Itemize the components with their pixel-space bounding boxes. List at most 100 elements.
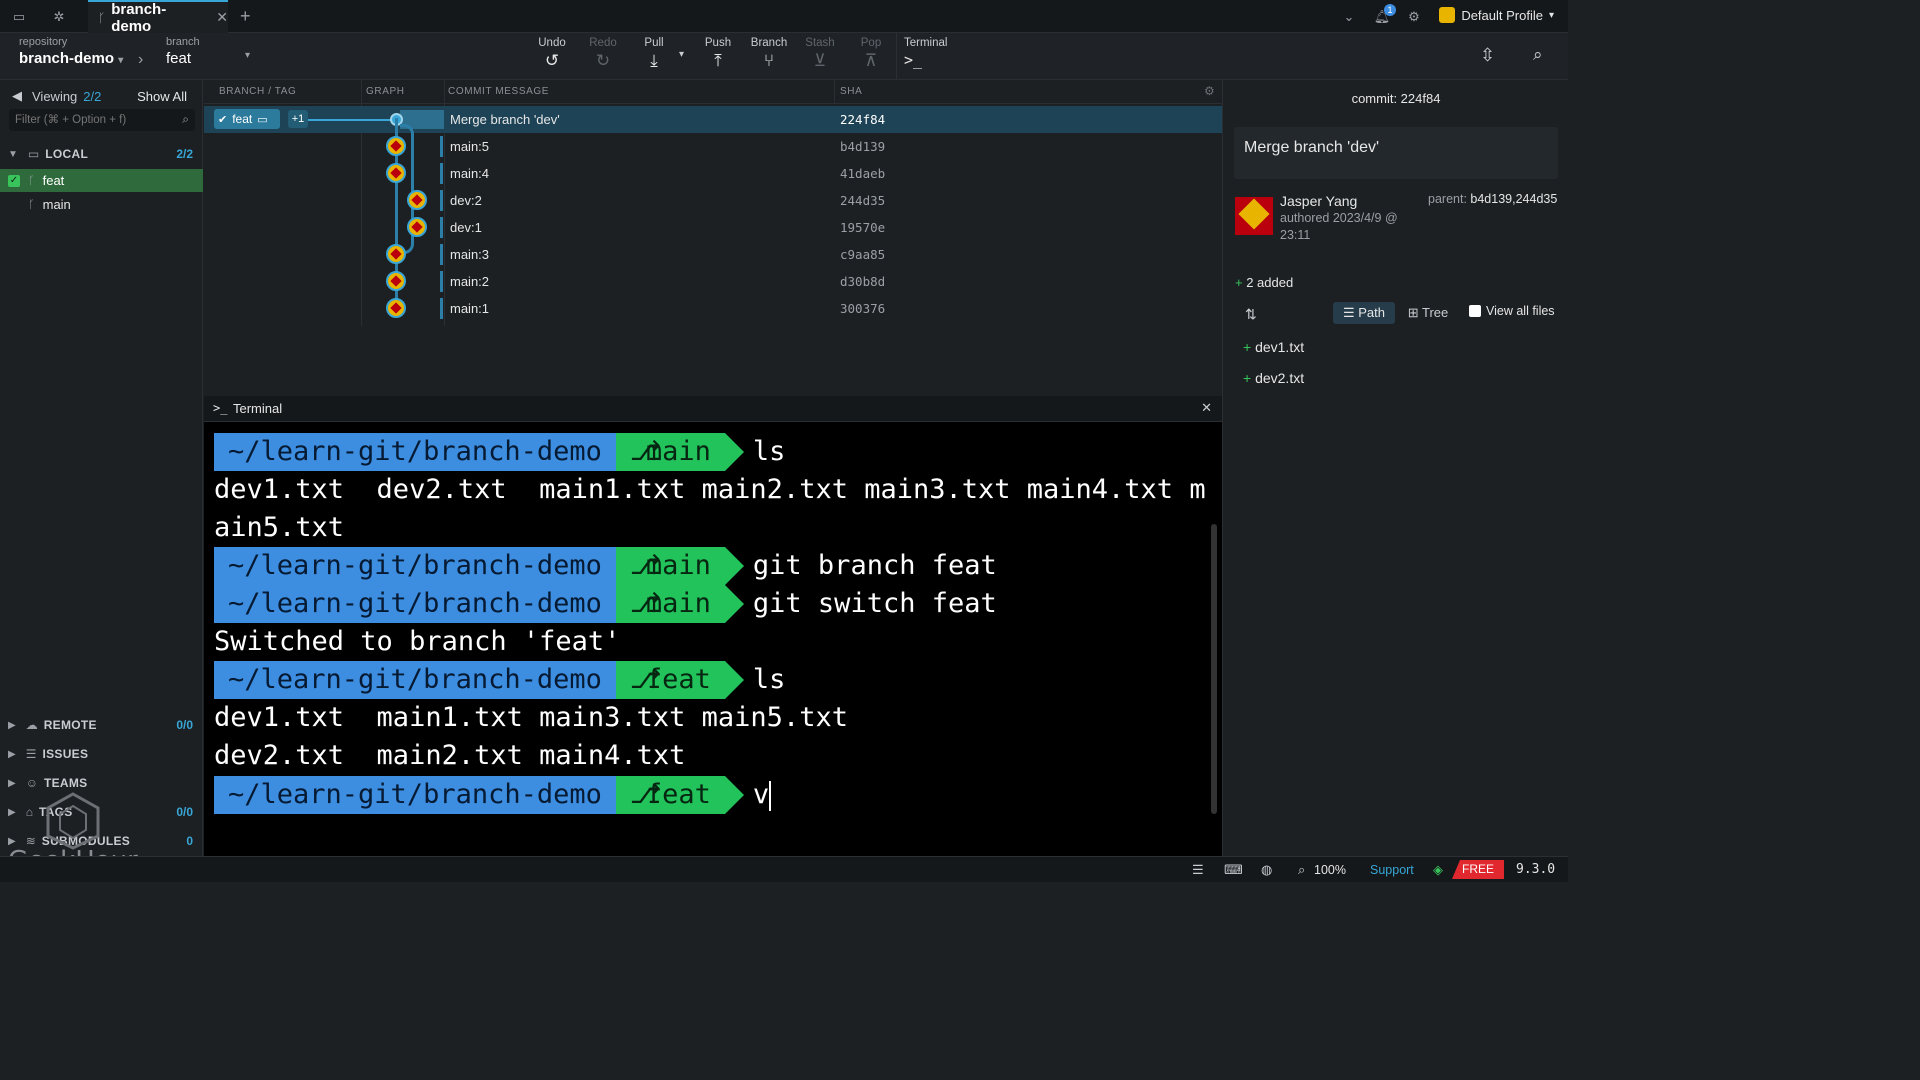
author-avatar (386, 136, 406, 156)
file-item[interactable]: + dev1.txt (1243, 339, 1304, 355)
zoom-level[interactable]: 100% (1314, 863, 1346, 877)
pull-button[interactable]: Pull ⤓ (629, 37, 679, 71)
pull-options-caret[interactable]: ▾ (679, 49, 684, 60)
branch-selector[interactable]: branch feat ▾ (166, 36, 254, 67)
status-bar: ☰ ⌨ ◍ ⌕ 100% Support ◈ FREE 9.3.0 (0, 856, 1568, 882)
branch-button-label: Branch (750, 37, 788, 49)
plus-icon: + (1243, 370, 1252, 386)
checkbox-unchecked-icon[interactable] (1469, 305, 1481, 317)
stash-button[interactable]: Stash ⊻ (795, 37, 845, 71)
close-terminal-icon[interactable]: ✕ (1201, 400, 1212, 416)
back-icon[interactable]: ◀ (12, 88, 22, 104)
notification-badge: 1 (1384, 4, 1396, 16)
terminal-scrollbar[interactable] (1211, 524, 1217, 814)
close-tab-icon[interactable]: ✕ (216, 9, 228, 26)
chevron-down-icon[interactable]: ⌄ (1340, 8, 1358, 26)
gear-icon[interactable]: ⚙ (1204, 84, 1215, 98)
free-badge[interactable]: FREE (1452, 860, 1504, 879)
parent-value[interactable]: b4d139,244d35 (1470, 192, 1557, 206)
section-teams[interactable]: ▶ ☺ TEAMS (0, 771, 203, 795)
section-remote[interactable]: ▶ ☁ REMOTE 0/0 (0, 713, 203, 737)
globe-icon[interactable]: ◍ (1261, 862, 1272, 878)
repository-selector[interactable]: repository branch-demo ▾ (19, 36, 123, 67)
branch-button[interactable]: Branch ⑂ (744, 37, 794, 71)
view-all-files-toggle[interactable]: View all files (1469, 304, 1555, 318)
column-header-graph[interactable]: GRAPH (366, 86, 405, 97)
commit-sha: 41daeb (840, 166, 886, 181)
redo-label: Redo (589, 37, 617, 49)
new-tab-button[interactable]: + (240, 6, 251, 27)
pull-label: Pull (644, 37, 664, 49)
section-local[interactable]: ▼ ▭ LOCAL 2/2 (0, 142, 203, 166)
local-count: 2/2 (176, 147, 193, 161)
filter-input[interactable] (9, 109, 169, 131)
local-label: LOCAL (45, 147, 89, 161)
push-label: Push (704, 37, 732, 49)
terminal-button[interactable]: Terminal >_ (904, 37, 954, 69)
prompt-command: git switch feat (752, 588, 997, 619)
tree-view-button[interactable]: ⊞ Tree (1397, 302, 1459, 324)
folder-icon[interactable]: ▭ (10, 8, 28, 26)
commit-message: dev:2 (450, 193, 482, 208)
commit-message: main:3 (450, 247, 490, 262)
commit-row[interactable]: dev:1 19570e (204, 214, 1222, 241)
teams-label: TEAMS (43, 776, 88, 790)
push-button[interactable]: Push ⤒ (693, 37, 743, 71)
column-header-message[interactable]: COMMIT MESSAGE (448, 86, 549, 97)
column-header-branch[interactable]: BRANCH / TAG (219, 86, 296, 97)
keyboard-icon[interactable]: ⌨ (1224, 862, 1243, 878)
gear-icon[interactable]: ⚙ (1405, 8, 1423, 26)
file-item[interactable]: + dev2.txt (1243, 370, 1304, 386)
commit-row[interactable]: main:4 41daeb (204, 160, 1222, 187)
branch-item-feat[interactable]: ✓ ᚴ feat (0, 169, 203, 192)
commit-row[interactable]: main:3 c9aa85 (204, 241, 1222, 268)
row-marker (440, 298, 443, 319)
viewing-count: 2/2 (83, 88, 102, 104)
show-all-button[interactable]: Show All (137, 89, 187, 104)
profile-menu[interactable]: Default Profile ▾ (1439, 7, 1554, 23)
column-header-row (204, 80, 1222, 104)
chevron-right-icon: › (138, 51, 144, 68)
search-icon[interactable]: ⌕ (1533, 45, 1543, 65)
author-avatar (386, 298, 406, 318)
section-tags[interactable]: ▶ ⌂ TAGS 0/0 (0, 800, 203, 824)
undo-button[interactable]: Undo ↺ (527, 37, 577, 71)
viewing-label: Viewing (32, 88, 78, 104)
branch-item-label: feat (42, 173, 65, 188)
column-header-sha[interactable]: SHA (840, 86, 862, 97)
pop-button[interactable]: Pop ⊼ (846, 37, 896, 71)
git-branch-icon: ⎇ (629, 436, 661, 467)
terminal-output-line: dev1.txt dev2.txt main1.txt main2.txt ma… (214, 474, 1206, 505)
branch-label-feat[interactable]: ✔ feat ▭ (214, 109, 280, 129)
list-icon[interactable]: ☰ (1192, 862, 1204, 878)
branch-item-main[interactable]: ᚴ main (0, 193, 203, 216)
terminal-prompt-line[interactable]: ~/learn-git/branch-demo ⎇ feat v (214, 776, 772, 814)
repository-label: repository (19, 36, 68, 48)
gitkraken-icon[interactable]: ✲ (50, 8, 68, 26)
toolbar: repository branch-demo ▾ › branch feat ▾ … (0, 33, 1568, 80)
path-view-button[interactable]: ☰ Path (1333, 302, 1395, 324)
prompt-path: ~/learn-git/branch-demo (214, 661, 635, 699)
commit-message-box[interactable]: Merge branch 'dev' (1234, 127, 1558, 179)
commit-row-selected[interactable]: ✔ feat ▭ +1 Merge branch 'dev' 224f84 (204, 106, 1222, 133)
terminal-panel[interactable]: >_ Terminal ✕ ~/learn-git/branch-demo ⎇ ma… (204, 396, 1222, 856)
tab-branch-demo[interactable]: ᚴ branch-demo ✕ (88, 0, 228, 35)
commit-row[interactable]: main:2 d30b8d (204, 268, 1222, 295)
file-name: dev2.txt (1255, 370, 1305, 386)
support-link[interactable]: Support (1370, 863, 1414, 877)
commit-row[interactable]: dev:2 244d35 (204, 187, 1222, 214)
branch-extra-count[interactable]: +1 (288, 110, 308, 128)
viewing-row: ◀ Viewing 2/2 Show All (0, 86, 203, 106)
path-label: Path (1358, 305, 1386, 320)
sort-icon[interactable]: ⇅ (1245, 306, 1257, 323)
commit-row[interactable]: main:5 b4d139 (204, 133, 1222, 160)
view-all-files-label: View all files (1486, 304, 1555, 318)
commit-sha: d30b8d (840, 274, 886, 289)
redo-button[interactable]: Redo ↻ (578, 37, 628, 71)
layout-icon[interactable]: ⇳ (1480, 45, 1495, 66)
terminal-prompt-line: ~/learn-git/branch-demo ⎇ main git branch f… (214, 547, 997, 585)
commit-row[interactable]: main:1 300376 (204, 295, 1222, 322)
section-issues[interactable]: ▶ ☰ ISSUES (0, 742, 203, 766)
undo-label: Undo (538, 37, 566, 49)
checkbox-checked-icon[interactable]: ✓ (8, 174, 20, 187)
